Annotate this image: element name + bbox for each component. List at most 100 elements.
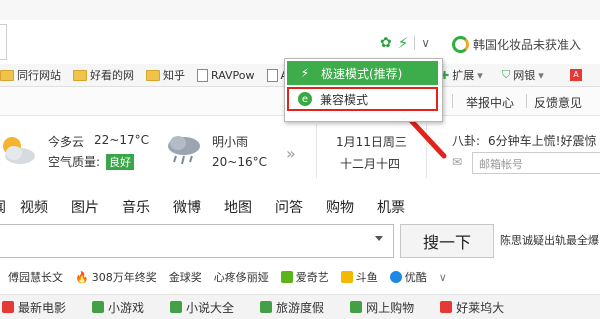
bookmark-item[interactable]: 好看的网 <box>73 67 134 83</box>
weather-today-temp: 22~17°C <box>94 133 149 147</box>
hot-link[interactable]: 🔥 308万年终奖 <box>75 269 157 285</box>
weather-today-label: 今多云 <box>48 135 85 149</box>
search-extension-text: 韩国化妆品未获准入 <box>473 37 582 52</box>
hot-link[interactable]: 优酷 <box>389 269 427 285</box>
hot-link[interactable]: 心疼侈丽娅 <box>214 269 269 285</box>
site-nav-item[interactable]: 最新电影 <box>2 299 66 316</box>
chevron-down-icon[interactable]: ∨ <box>414 36 430 50</box>
fast-mode-label: 极速模式(推荐) <box>321 66 403 81</box>
address-bar-toolbar: ✿ ⚡ ∨ <box>380 32 440 54</box>
weather-tomorrow-temp: 20~16°C <box>212 155 267 169</box>
search-button[interactable]: 搜一下 <box>400 224 494 258</box>
hot-link-label: 308万年终奖 <box>91 271 157 284</box>
bookmark-label: 好看的网 <box>90 69 134 82</box>
bookmark-item[interactable]: 知乎 <box>146 67 185 83</box>
divider <box>316 124 317 178</box>
movie-icon <box>2 301 14 313</box>
hot-link-label: 爱奇艺 <box>295 271 329 284</box>
fast-mode-menu-item[interactable]: ⚡ 极速模式(推荐) <box>287 61 438 85</box>
mail-account-input[interactable]: 邮箱帐号 <box>472 152 600 174</box>
hot-links-row: 傅园慧长文 🔥 308万年终奖 金球奖 心疼侈丽娅 爱奇艺 斗鱼 优酷 ∨ <box>0 266 600 288</box>
site-nav-item[interactable]: 旅游度假 <box>260 299 324 316</box>
page-icon <box>266 68 278 82</box>
lightning-icon: ⚡ <box>300 66 310 80</box>
report-center-link[interactable]: 举报中心 <box>466 94 514 111</box>
browser-mode-menu: ⚡ 极速模式(推荐) e 兼容模式 <box>284 58 443 122</box>
bookmark-label: 同行网站 <box>17 69 61 82</box>
air-quality-label: 空气质量: <box>48 155 101 169</box>
travel-icon <box>260 301 273 313</box>
youku-icon <box>389 271 402 283</box>
hollywood-icon <box>440 301 453 313</box>
tab-shopping[interactable]: 购物 <box>326 197 354 217</box>
hot-link-label: 金球奖 <box>168 271 202 284</box>
hot-link-label: 优酷 <box>404 271 427 284</box>
chevron-down-icon: ▾ <box>538 68 544 82</box>
site-nav-item[interactable]: 小游戏 <box>92 299 144 316</box>
novel-icon <box>170 301 183 313</box>
compat-mode-label: 兼容模式 <box>320 92 369 107</box>
hot-link[interactable]: 爱奇艺 <box>280 269 329 285</box>
folder-icon <box>146 69 160 81</box>
news-label: 八卦: <box>452 134 481 148</box>
translate-button[interactable]: A <box>570 64 582 86</box>
hot-link[interactable]: 金球奖 <box>169 269 202 285</box>
mail-placeholder: 邮箱帐号 <box>479 158 523 171</box>
site-nav-label: 好莱坞大 <box>456 300 505 315</box>
compat-mode-menu-item[interactable]: e 兼容模式 <box>287 87 438 111</box>
fire-icon: 🔥 <box>75 270 89 284</box>
bookmark-item[interactable]: RAVPow <box>197 68 255 82</box>
hot-search-link[interactable]: 陈思诚疑出轨最全爆 <box>500 232 599 248</box>
shopping-icon <box>350 301 363 313</box>
tab-qa[interactable]: 问答 <box>275 197 303 217</box>
search-extension[interactable]: 韩国化妆品未获准入 <box>452 33 600 55</box>
chevron-down-icon: ▾ <box>477 68 483 82</box>
feedback-link[interactable]: 反馈意见 <box>534 94 582 111</box>
shield-icon: ⛉ <box>502 68 511 81</box>
extensions-label: 扩展 <box>452 69 475 82</box>
dropdown-arrow-icon[interactable] <box>375 236 383 241</box>
tab-flights[interactable]: 机票 <box>377 197 405 217</box>
tab-music[interactable]: 音乐 <box>122 197 150 217</box>
extensions-button[interactable]: ✚ 扩展 ▾ <box>440 64 483 86</box>
site-nav-item[interactable]: 网上购物 <box>350 299 414 316</box>
tab-video[interactable]: 视频 <box>20 197 48 217</box>
bookmark-label: RAVPow <box>211 68 255 82</box>
sun-cloud-icon <box>3 137 35 164</box>
address-input-edge[interactable] <box>0 24 7 60</box>
site-nav-label: 小游戏 <box>108 300 145 315</box>
translate-icon: A <box>570 69 582 81</box>
tab-news[interactable]: 闻 <box>0 197 6 217</box>
site-nav-label: 最新电影 <box>18 300 67 315</box>
divider <box>452 94 453 108</box>
air-quality-badge: 良好 <box>106 154 134 170</box>
chevron-right-icon[interactable]: » <box>286 144 296 163</box>
page-icon <box>197 68 208 82</box>
bank-button[interactable]: ⛉ 网银 ▾ <box>502 64 544 86</box>
news-headline[interactable]: 6分钟车上慌!好震惊 <box>488 132 596 149</box>
iqiyi-icon <box>280 271 293 283</box>
bookmark-item[interactable]: 同行网站 <box>0 67 61 83</box>
tab-map[interactable]: 地图 <box>224 197 252 217</box>
site-nav-label: 小说大全 <box>186 300 235 315</box>
site-nav-item[interactable]: 好莱坞大 <box>440 299 504 316</box>
leaf-icon[interactable]: ✿ <box>380 35 392 51</box>
game-icon <box>92 301 105 313</box>
site-nav-label: 网上购物 <box>366 300 415 315</box>
search-category-tabs: 闻 视频 图片 音乐 微博 地图 问答 购物 机票 <box>0 196 600 218</box>
tab-images[interactable]: 图片 <box>71 197 99 217</box>
rain-cloud-icon <box>168 136 200 165</box>
bookmark-label: 知乎 <box>163 69 185 82</box>
hot-link[interactable]: 傅园慧长文 <box>8 269 63 285</box>
tab-weibo[interactable]: 微博 <box>173 197 201 217</box>
search-input[interactable] <box>0 224 394 258</box>
site-nav-item[interactable]: 小说大全 <box>170 299 234 316</box>
hot-link-label: 傅园慧长文 <box>8 271 63 284</box>
lightning-icon[interactable]: ⚡ <box>398 34 409 52</box>
hot-link[interactable]: 斗鱼 <box>340 269 378 285</box>
divider <box>526 94 527 108</box>
chevron-down-icon[interactable]: ∨ <box>439 271 447 284</box>
browser-titlebar <box>0 0 600 21</box>
ie-icon: e <box>298 92 312 106</box>
bank-label: 网银 <box>513 69 536 82</box>
